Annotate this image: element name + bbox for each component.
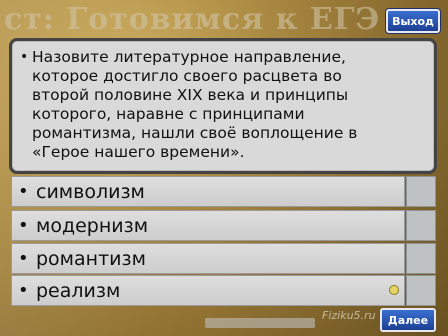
question-bullet: •	[20, 49, 29, 65]
watermark: Fiziku5.ru	[322, 309, 376, 322]
answer-bullet: •	[18, 181, 29, 202]
answer-label: модернизм	[36, 214, 149, 237]
answer-bullet: •	[18, 215, 29, 236]
answer-checkbox-3[interactable]	[406, 243, 436, 274]
exit-button[interactable]: Выход	[386, 9, 440, 33]
answer-option-4[interactable]: • реализм	[11, 275, 405, 306]
answer-label: романтизм	[36, 247, 146, 270]
question-text: Назовите литературное направление, котор…	[32, 48, 358, 161]
answer-option-1[interactable]: • символизм	[11, 176, 405, 207]
answer-label: реализм	[36, 279, 121, 302]
answer-checkbox-4[interactable]	[406, 275, 436, 306]
answer-bullet: •	[18, 280, 29, 301]
answer-option-2[interactable]: • модернизм	[11, 210, 405, 241]
answer-label: символизм	[36, 180, 145, 203]
page-title: ст: Готовимся к ЕГЭ	[4, 2, 381, 37]
selection-indicator-icon	[389, 285, 399, 295]
question-card: • Назовите литературное направление, кот…	[9, 38, 437, 174]
next-button[interactable]: Далее	[380, 308, 436, 332]
answer-option-3[interactable]: • романтизм	[11, 243, 405, 274]
answer-checkbox-2[interactable]	[406, 210, 436, 241]
answer-checkbox-1[interactable]	[406, 176, 436, 207]
progress-bar	[205, 318, 315, 328]
answer-bullet: •	[18, 248, 29, 269]
